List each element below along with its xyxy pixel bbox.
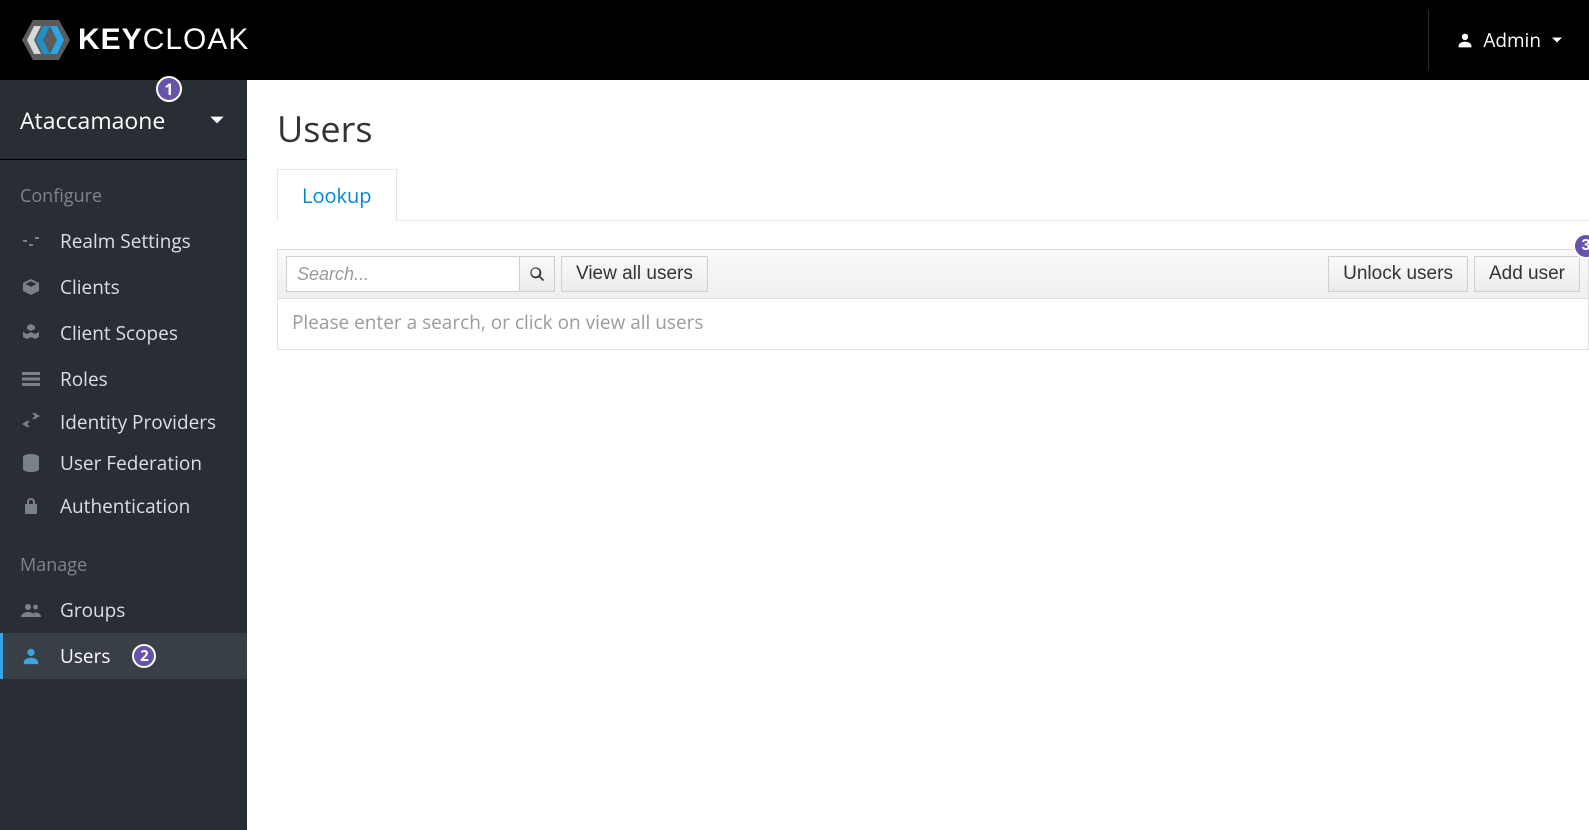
cube-icon — [20, 278, 42, 296]
sidebar-item-realm-settings[interactable]: Realm Settings — [0, 218, 247, 264]
callout-badge-1: 1 — [156, 76, 182, 102]
add-user-label: Add user — [1489, 263, 1565, 285]
callout-badge-2: 2 — [132, 644, 156, 668]
callout-badge-3: 3 — [1573, 233, 1589, 259]
page-title: Users — [277, 104, 1589, 153]
view-all-users-button[interactable]: View all users — [561, 256, 708, 292]
sidebar-item-authentication[interactable]: Authentication — [0, 483, 247, 529]
sidebar: Ataccamaone 1 Configure Realm Settings C… — [0, 80, 247, 830]
sidebar-item-groups[interactable]: Groups — [0, 587, 247, 633]
sidebar-section-configure: Configure — [0, 160, 247, 218]
tab-lookup[interactable]: Lookup — [277, 169, 397, 221]
sidebar-item-label: Identity Providers — [60, 408, 216, 437]
search-input[interactable] — [286, 256, 519, 292]
brand[interactable]: KEYCLOAK — [20, 18, 249, 62]
database-icon — [20, 454, 42, 472]
user-menu[interactable]: Admin — [1457, 27, 1563, 53]
sidebar-item-label: Roles — [60, 366, 108, 392]
sidebar-item-label: Authentication — [60, 493, 190, 519]
main-content: Users Lookup View all users Unlock users… — [247, 80, 1589, 830]
sidebar-item-label: Clients — [60, 274, 120, 300]
search-wrap — [286, 256, 555, 292]
chevron-down-icon — [209, 112, 225, 128]
sidebar-item-clients[interactable]: Clients — [0, 264, 247, 310]
sidebar-item-identity-providers[interactable]: Identity Providers — [0, 402, 247, 443]
user-icon — [1457, 32, 1473, 48]
exchange-icon — [20, 413, 42, 427]
realm-name: Ataccamaone — [20, 104, 165, 136]
brand-text: KEYCLOAK — [78, 23, 249, 57]
topbar-right: Admin — [1428, 0, 1563, 80]
sidebar-item-user-federation[interactable]: User Federation — [0, 443, 247, 484]
keycloak-logo-icon — [20, 18, 72, 62]
unlock-users-button[interactable]: Unlock users — [1328, 256, 1468, 292]
search-button[interactable] — [519, 256, 555, 292]
topbar: KEYCLOAK Admin — [0, 0, 1589, 80]
sidebar-item-client-scopes[interactable]: Client Scopes — [0, 310, 247, 356]
sidebar-item-label: Users — [60, 643, 110, 669]
users-empty-hint: Please enter a search, or click on view … — [277, 299, 1589, 350]
sliders-icon — [20, 232, 42, 250]
chevron-down-icon — [1551, 34, 1563, 46]
tabs: Lookup — [277, 169, 1589, 221]
topbar-divider — [1428, 10, 1429, 70]
sidebar-section-manage: Manage — [0, 529, 247, 587]
search-icon — [529, 266, 545, 282]
group-icon — [20, 602, 42, 618]
add-user-button[interactable]: Add user 3 — [1474, 256, 1580, 292]
sidebar-item-label: Client Scopes — [60, 320, 178, 346]
sidebar-item-roles[interactable]: Roles — [0, 356, 247, 402]
realm-selector[interactable]: Ataccamaone 1 — [0, 80, 247, 160]
cubes-icon — [20, 324, 42, 342]
sidebar-item-label: User Federation — [60, 449, 202, 478]
lock-icon — [20, 497, 42, 515]
users-toolbar: View all users Unlock users Add user 3 — [277, 249, 1589, 299]
user-icon — [20, 647, 42, 665]
user-label: Admin — [1483, 27, 1541, 53]
sidebar-item-label: Groups — [60, 597, 125, 623]
sidebar-item-users[interactable]: Users 2 — [0, 633, 247, 679]
list-icon — [20, 372, 42, 386]
sidebar-item-label: Realm Settings — [60, 228, 191, 254]
